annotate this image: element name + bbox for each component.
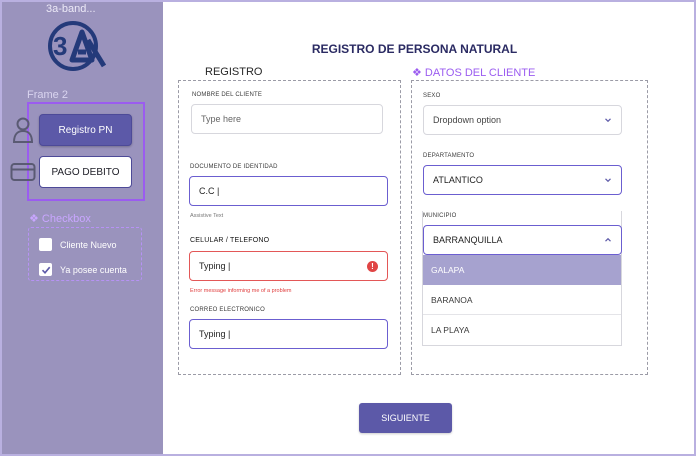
departamento-select[interactable]: ATLANTICO — [423, 165, 622, 195]
svg-text:3: 3 — [53, 31, 67, 61]
registro-section-label: REGISTRO — [205, 66, 263, 78]
nombre-label: NOMBRE DEL CLIENTE — [192, 92, 263, 98]
checkbox-label: Ya posee cuenta — [60, 264, 127, 275]
documento-helper-text: Assistive Text — [190, 213, 224, 219]
checkmark-icon — [41, 266, 50, 274]
municipio-value: BARRANQUILLA — [433, 235, 503, 245]
frame-name: 3a-band... — [46, 3, 96, 15]
checkbox-label: Cliente Nuevo — [60, 239, 117, 250]
celular-error-message: Error message informing me of a problem — [190, 288, 292, 294]
celular-value: Typing | — [199, 261, 231, 271]
user-icon — [12, 117, 34, 143]
checkbox-empty[interactable] — [39, 238, 52, 251]
error-icon: ! — [367, 261, 378, 272]
departamento-label: DEPARTAMENTO — [423, 153, 475, 159]
frame2-label: Frame 2 — [27, 89, 68, 101]
dropdown-option-la-playa[interactable]: LA PLAYA — [423, 315, 621, 345]
datos-section-label: ❖ DATOS DEL CLIENTE — [412, 67, 536, 79]
siguiente-button[interactable]: SIGUIENTE — [359, 403, 452, 433]
dropdown-option-baranoa[interactable]: BARANOA — [423, 285, 621, 315]
checkbox-group-title: ❖ Checkbox — [29, 213, 91, 225]
chevron-up-icon — [605, 237, 611, 242]
celular-input[interactable]: Typing | ! — [189, 251, 388, 281]
chevron-down-icon — [605, 118, 611, 123]
municipio-label: MUNICIPIO — [423, 213, 457, 219]
sexo-value: Dropdown option — [433, 115, 502, 125]
checkbox-checked[interactable] — [39, 263, 52, 276]
departamento-value: ATLANTICO — [433, 175, 483, 185]
documento-label: DOCUMENTO DE IDENTIDAD — [190, 164, 278, 170]
credit-card-icon — [10, 163, 36, 181]
pago-debito-button[interactable]: PAGO DEBITO — [39, 156, 132, 188]
checkbox-ya-posee-cuenta[interactable]: Ya posee cuenta — [39, 263, 127, 276]
chevron-down-icon — [605, 178, 611, 183]
checkbox-cliente-nuevo[interactable]: Cliente Nuevo — [39, 238, 117, 251]
celular-label: CELULAR / TELEFONO — [190, 237, 270, 244]
municipio-select[interactable]: BARRANQUILLA — [423, 225, 622, 255]
documento-input[interactable]: C.C | — [189, 176, 388, 206]
sexo-label: SEXO — [423, 93, 441, 99]
page-title: REGISTRO DE PERSONA NATURAL — [311, 42, 518, 56]
correo-input[interactable]: Typing | — [189, 319, 388, 349]
3a-logo-icon: 3 — [48, 21, 106, 71]
correo-label: CORREO ELECTRONICO — [190, 307, 265, 313]
nombre-input[interactable]: Type here — [191, 104, 383, 134]
sexo-select[interactable]: Dropdown option — [423, 105, 622, 135]
sidebar: 3a-band... 3 Frame 2 Registro PN PAGO DE… — [0, 0, 163, 456]
registro-pn-button[interactable]: Registro PN — [39, 114, 132, 146]
dropdown-option-galapa[interactable]: GALAPA — [423, 255, 621, 285]
